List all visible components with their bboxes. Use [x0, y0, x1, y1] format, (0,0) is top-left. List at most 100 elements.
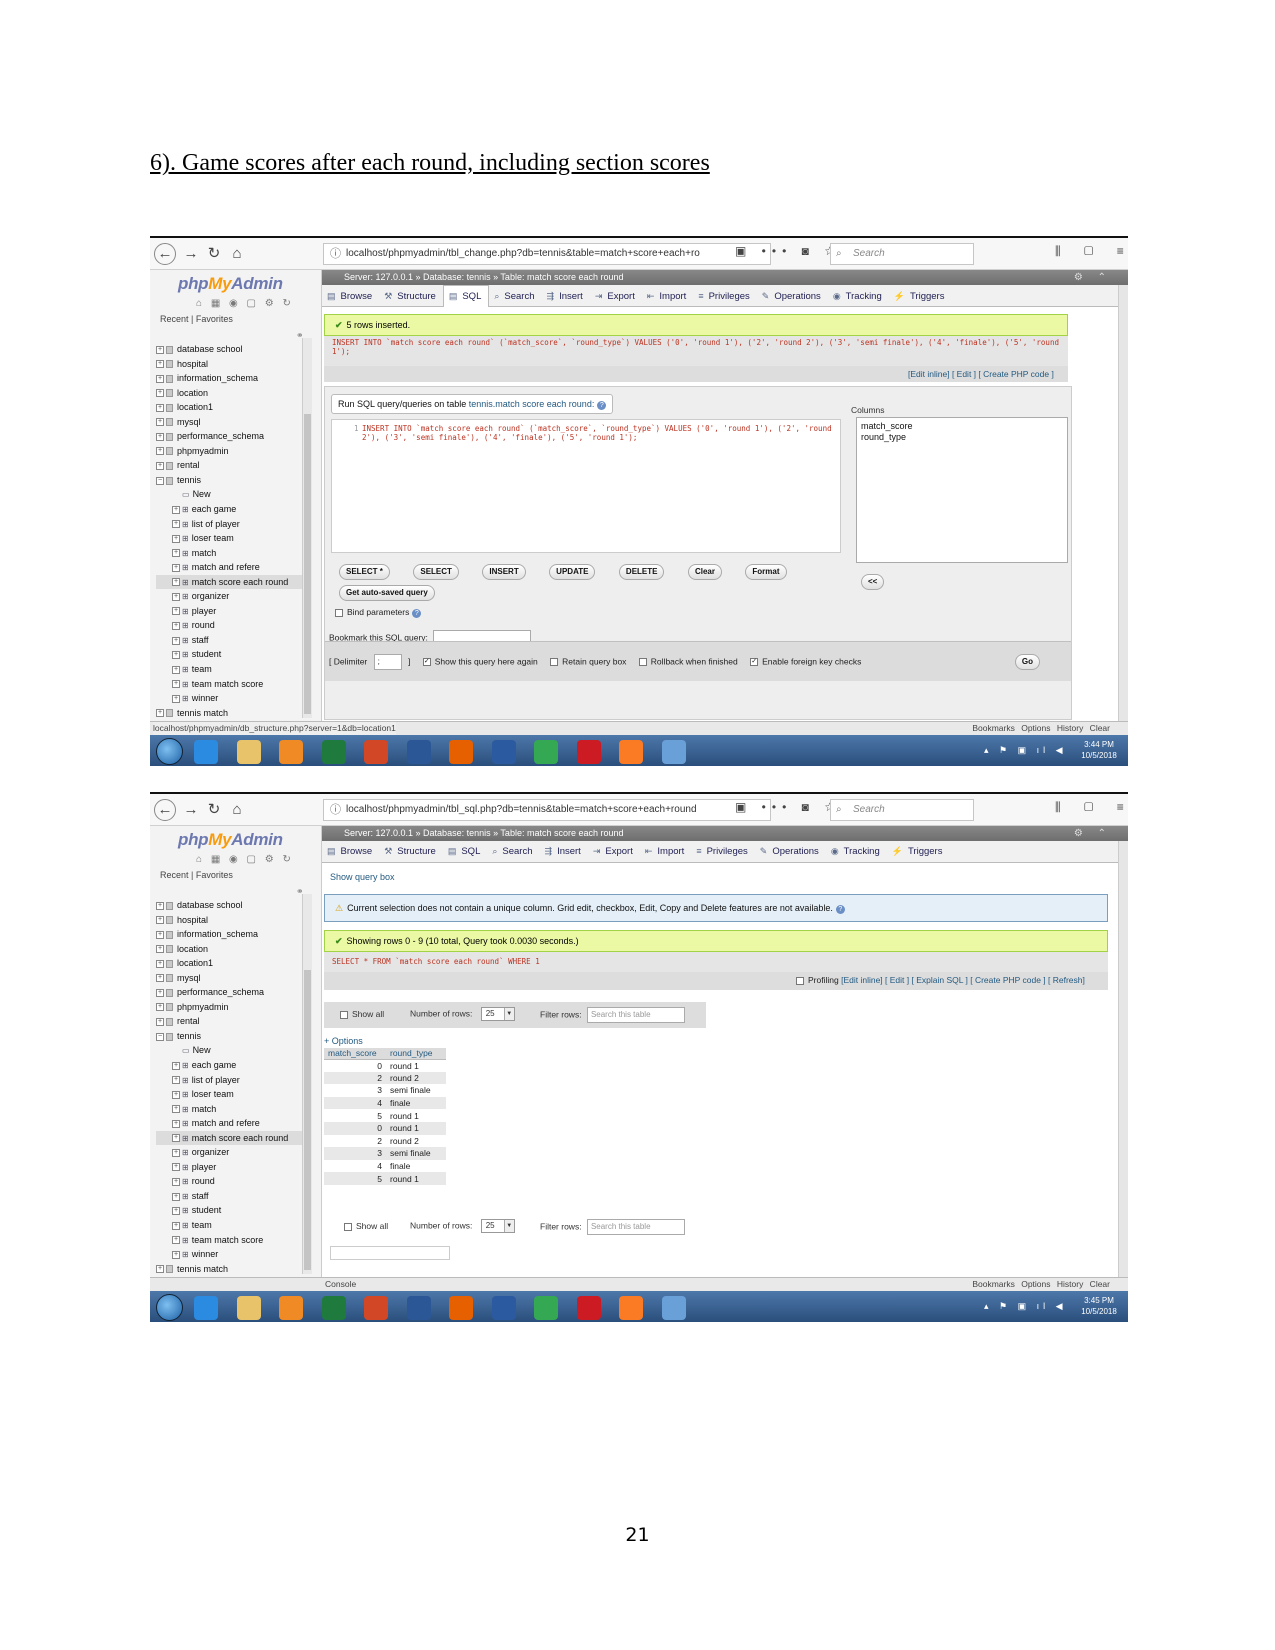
new-table-item[interactable]: +▭New [156, 1043, 302, 1058]
clock[interactable]: 3:44 PM 10/5/2018 [1074, 739, 1124, 761]
table-tree-item[interactable]: + ⊞ match [156, 546, 302, 561]
expand-icon[interactable]: + [172, 578, 180, 587]
reload-icon[interactable]: ↻ [203, 243, 225, 265]
tab-operations[interactable]: ✎ Operations [757, 286, 828, 307]
foreign-key-checkbox[interactable]: ✓ [750, 658, 759, 666]
table-tree-item[interactable]: + ⊞ loser team [156, 1087, 302, 1102]
columns-list[interactable]: match_score round_type [856, 417, 1068, 563]
table-tree-item[interactable]: + ⊞ team [156, 1218, 302, 1233]
expand-icon[interactable]: + [172, 694, 180, 703]
expand-icon[interactable]: + [172, 622, 180, 631]
media-player-icon[interactable] [279, 1296, 303, 1320]
database-tree-item[interactable]: + mysql [156, 415, 302, 430]
nav-scrollbar[interactable] [302, 894, 312, 1274]
breadcrumb[interactable]: Server: 127.0.0.1 » Database: tennis » T… [322, 270, 1128, 285]
remote-desktop-icon[interactable] [661, 1296, 686, 1320]
excel-icon[interactable] [321, 1296, 346, 1320]
expand-icon[interactable]: + [156, 374, 164, 383]
database-tree-item[interactable]: + database school [156, 898, 302, 913]
rollback-checkbox[interactable] [638, 658, 647, 666]
tab-tracking[interactable]: ◉ Tracking [826, 841, 887, 862]
browser-search-input[interactable]: ⌕ Search [830, 799, 974, 821]
column-header[interactable]: round_type [386, 1048, 446, 1060]
table-tree-item[interactable]: + ⊞ match and refere [156, 560, 302, 575]
update-button[interactable]: UPDATE [549, 564, 596, 580]
help-icon[interactable]: ? [835, 905, 845, 914]
tab-sql[interactable]: ▤ SQL [443, 841, 488, 862]
expand-icon[interactable]: + [156, 462, 164, 470]
recent-favorites-tabs[interactable]: Recent | Favorites [160, 314, 233, 324]
thunderbird-icon[interactable] [491, 740, 516, 764]
powerpoint-icon[interactable] [364, 1296, 388, 1320]
new-table-item[interactable]: +▭New [156, 487, 302, 502]
chrome-icon[interactable] [534, 1296, 558, 1320]
table-tree-item[interactable]: + ⊞ loser team [156, 531, 302, 546]
chrome-icon[interactable] [534, 740, 558, 764]
expand-icon[interactable]: + [156, 432, 164, 441]
tab-privileges[interactable]: ≡ Privileges [693, 286, 756, 307]
tab-import[interactable]: ⇤ Import [640, 841, 691, 862]
database-tree-item[interactable]: + hospital [156, 913, 302, 928]
filter-rows-input[interactable]: Search this table [586, 1007, 685, 1023]
database-tree-item[interactable]: + location [156, 942, 302, 957]
table-tree-item[interactable]: + ⊞ staff [156, 1189, 302, 1204]
start-button-icon[interactable] [156, 738, 183, 765]
expand-icon[interactable]: + [172, 1061, 180, 1070]
database-tree-item[interactable]: + rental [156, 1014, 302, 1029]
expand-icon[interactable]: + [156, 1265, 164, 1274]
expand-icon[interactable]: + [156, 709, 164, 718]
tab-sql[interactable]: ▤ SQL [442, 285, 490, 307]
expand-icon[interactable]: + [156, 901, 164, 910]
expand-icon[interactable]: + [172, 1207, 180, 1216]
expand-icon[interactable]: + [172, 592, 180, 601]
expand-icon[interactable]: + [172, 520, 180, 529]
expand-icon[interactable]: + [156, 403, 164, 412]
database-tree-item[interactable]: + location [156, 386, 302, 401]
tab-browse[interactable]: ▤ Browse [322, 841, 379, 862]
expand-icon[interactable]: + [172, 1221, 180, 1230]
tab-browse[interactable]: ▤ Browse [322, 286, 379, 307]
table-tree-item[interactable]: + ⊞ each game [156, 1058, 302, 1073]
rows-select[interactable]: 25 ▼ [480, 1219, 515, 1233]
tab-import[interactable]: ⇤ Import [642, 286, 693, 307]
forward-icon[interactable]: → [180, 243, 202, 265]
expand-icon[interactable]: + [172, 1105, 180, 1114]
database-tree-item[interactable]: + tennis match [156, 1262, 302, 1277]
bind-parameters-checkbox[interactable] [335, 608, 343, 617]
database-tree-item[interactable]: + tennis match [156, 706, 302, 721]
profiling-checkbox[interactable] [796, 976, 804, 985]
word-icon[interactable] [406, 1296, 431, 1320]
tab-structure[interactable]: ⚒ Structure [379, 841, 443, 862]
edit-links[interactable]: Profiling [Edit inline] [ Edit ] [ Expla… [796, 975, 1085, 985]
recent-favorites-tabs[interactable]: Recent | Favorites [160, 870, 233, 880]
retain-query-box-checkbox[interactable] [550, 658, 559, 666]
table-tree-item[interactable]: + ⊞ staff [156, 633, 302, 648]
table-tree-item[interactable]: + ⊞ winner [156, 691, 302, 706]
tab-insert[interactable]: ⇶ Insert [540, 841, 588, 862]
database-tree-item[interactable]: + phpmyadmin [156, 1000, 302, 1015]
browser-search-input[interactable]: ⌕ Search [830, 243, 974, 265]
library-menu-icons[interactable]: ⫼ ▢ ≡ [1055, 244, 1128, 259]
table-tree-item[interactable]: + ⊞ each game [156, 502, 302, 517]
opera-icon[interactable] [576, 1296, 601, 1320]
nav-quick-icons[interactable]: ⌂ ▦ ◉ ▢ ⚙ ↻ [196, 298, 294, 309]
go-button[interactable]: Go [1014, 654, 1040, 670]
collapse-icon[interactable]: − [156, 476, 164, 485]
database-tree-item[interactable]: + performance_schema [156, 985, 302, 1000]
table-tree-item[interactable]: + ⊞ match [156, 1102, 302, 1117]
reload-icon[interactable]: ↻ [203, 799, 225, 821]
table-tree-item[interactable]: + ⊞ match score each round [156, 1130, 302, 1146]
file-explorer-icon[interactable] [236, 1296, 261, 1320]
excel-icon[interactable] [321, 740, 346, 764]
tab-structure[interactable]: ⚒ Structure [379, 286, 443, 307]
tab-privileges[interactable]: ≡ Privileges [691, 841, 754, 862]
main-scrollbar[interactable] [1118, 285, 1128, 721]
expand-icon[interactable]: + [156, 1003, 164, 1012]
thunderbird-icon[interactable] [491, 1296, 516, 1320]
insert-button[interactable]: INSERT [482, 564, 526, 580]
expand-icon[interactable]: + [156, 988, 164, 997]
expand-icon[interactable]: + [172, 665, 180, 674]
database-tree-item[interactable]: + location1 [156, 400, 302, 415]
delimiter-input[interactable]: ; [373, 654, 402, 670]
get-autosaved-query-button[interactable]: Get auto-saved query [339, 585, 435, 601]
